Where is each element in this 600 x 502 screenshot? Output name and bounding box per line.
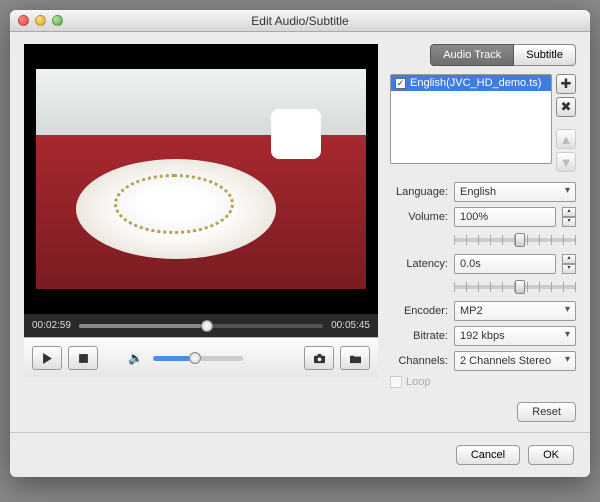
ok-button[interactable]: OK xyxy=(528,445,574,465)
loop-checkbox[interactable] xyxy=(390,376,402,388)
language-label: Language: xyxy=(390,186,448,198)
volume-slider[interactable] xyxy=(153,356,243,361)
track-label: English(JVC_HD_demo.ts) xyxy=(410,77,541,89)
volume-label: Volume: xyxy=(390,211,448,223)
open-folder-button[interactable] xyxy=(340,346,370,370)
bitrate-label: Bitrate: xyxy=(390,330,448,342)
cancel-button[interactable]: Cancel xyxy=(456,445,520,465)
edit-audio-window: Edit Audio/Subtitle 00:02:59 00:05:45 xyxy=(10,10,590,477)
move-down-button[interactable]: ▼ xyxy=(556,152,576,172)
video-preview xyxy=(24,44,378,314)
encoder-select[interactable]: MP2 xyxy=(454,301,576,321)
window-title: Edit Audio/Subtitle xyxy=(10,14,590,28)
tab-subtitle[interactable]: Subtitle xyxy=(514,44,576,66)
track-list[interactable]: ✓ English(JVC_HD_demo.ts) xyxy=(390,74,552,164)
latency-stepper[interactable]: ▴▾ xyxy=(562,254,576,274)
titlebar[interactable]: Edit Audio/Subtitle xyxy=(10,10,590,32)
channels-label: Channels: xyxy=(390,355,448,367)
language-select[interactable]: English xyxy=(454,182,576,202)
add-track-button[interactable]: ✚ xyxy=(556,74,576,94)
track-list-item[interactable]: ✓ English(JVC_HD_demo.ts) xyxy=(391,75,551,91)
time-duration: 00:05:45 xyxy=(331,320,370,331)
snapshot-button[interactable] xyxy=(304,346,334,370)
move-up-button[interactable]: ▲ xyxy=(556,129,576,149)
encoder-label: Encoder: xyxy=(390,305,448,317)
loop-label: Loop xyxy=(406,376,430,388)
seek-slider[interactable] xyxy=(79,324,323,328)
time-current: 00:02:59 xyxy=(32,320,71,331)
remove-track-button[interactable]: ✖ xyxy=(556,97,576,117)
latency-slider[interactable] xyxy=(454,279,576,295)
stop-button[interactable] xyxy=(68,346,98,370)
latency-input[interactable]: 0.0s xyxy=(454,254,556,274)
channels-select[interactable]: 2 Channels Stereo xyxy=(454,351,576,371)
track-checkbox[interactable]: ✓ xyxy=(395,78,406,89)
speaker-icon: 🔉 xyxy=(128,351,143,365)
latency-label: Latency: xyxy=(390,258,448,270)
volume-stepper[interactable]: ▴▾ xyxy=(562,207,576,227)
play-button[interactable] xyxy=(32,346,62,370)
tab-audio-track[interactable]: Audio Track xyxy=(430,44,514,66)
reset-button[interactable]: Reset xyxy=(517,402,576,422)
volume-input[interactable]: 100% xyxy=(454,207,556,227)
volume-slider-2[interactable] xyxy=(454,232,576,248)
bitrate-select[interactable]: 192 kbps xyxy=(454,326,576,346)
